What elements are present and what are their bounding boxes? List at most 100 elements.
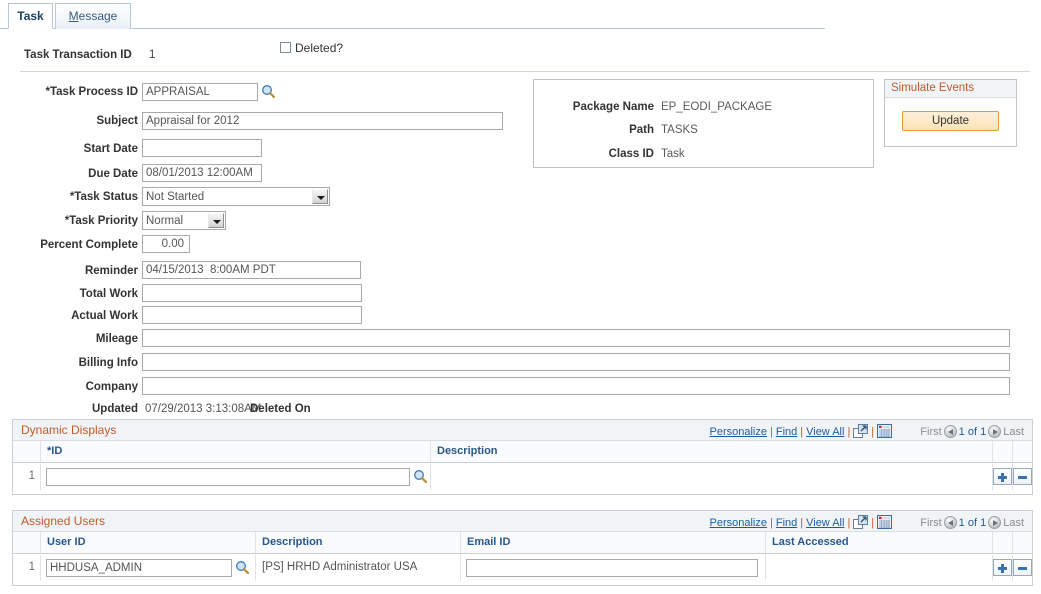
first-label[interactable]: First: [920, 517, 941, 529]
cell-description: [431, 464, 993, 490]
dynamic-displays-column-headers: *ID Description: [13, 441, 1032, 463]
page-counter: 1 of 1: [959, 426, 987, 438]
chevron-down-icon: [312, 189, 328, 204]
expand-window-icon[interactable]: [853, 515, 868, 532]
delete-row-button[interactable]: [1013, 559, 1032, 576]
header-divider: [20, 71, 1030, 72]
dynamic-displays-grid: Dynamic Displays Personalize|Find|View A…: [12, 419, 1033, 495]
percent-complete-input[interactable]: [142, 235, 190, 253]
cell-delete: [1013, 555, 1032, 581]
assigned-users-caption: Assigned Users: [21, 514, 105, 528]
deleted-checkbox[interactable]: [280, 42, 291, 53]
class-id-label: Class ID: [544, 148, 654, 160]
rownum-header: [13, 532, 41, 553]
billing-info-input[interactable]: [142, 353, 1010, 371]
view-all-link[interactable]: View All: [806, 517, 844, 529]
tab-strip: Task Message: [0, 0, 825, 29]
expand-window-icon[interactable]: [853, 424, 868, 441]
dynamic-display-id-lookup-icon[interactable]: [413, 469, 428, 484]
column-header-description: Description: [256, 532, 461, 553]
updated-label: Updated: [3, 403, 138, 415]
add-row-button[interactable]: [993, 559, 1012, 576]
start-date-input[interactable]: [142, 139, 262, 157]
user-id-lookup-icon[interactable]: [235, 560, 250, 575]
personalize-link[interactable]: Personalize: [710, 426, 767, 438]
rownum-header: [13, 441, 41, 462]
cell-user-id: [41, 555, 256, 581]
column-header-add: [993, 532, 1013, 553]
column-header-id: *ID: [41, 441, 431, 462]
email-id-input[interactable]: [466, 559, 758, 577]
last-label[interactable]: Last: [1003, 426, 1024, 438]
dynamic-display-id-input[interactable]: [46, 468, 410, 486]
assigned-users-grid: Assigned Users Personalize|Find|View All…: [12, 510, 1033, 586]
column-header-email-id: Email ID: [461, 532, 766, 553]
cell-add: [993, 555, 1013, 581]
assigned-users-column-headers: User ID Description Email ID Last Access…: [13, 532, 1032, 554]
next-page-icon[interactable]: [988, 516, 1001, 529]
task-transaction-id-value: 1: [149, 49, 155, 61]
path-label: Path: [544, 124, 654, 136]
previous-page-icon[interactable]: [944, 425, 957, 438]
column-header-delete: [1013, 441, 1032, 462]
due-date-input[interactable]: [142, 164, 262, 182]
billing-info-label: Billing Info: [3, 357, 138, 369]
reminder-input[interactable]: [142, 261, 361, 279]
company-input[interactable]: [142, 377, 1010, 395]
last-label[interactable]: Last: [1003, 517, 1024, 529]
download-spreadsheet-icon[interactable]: [877, 424, 892, 441]
personalize-link[interactable]: Personalize: [710, 517, 767, 529]
task-process-id-input[interactable]: [142, 83, 258, 101]
find-link[interactable]: Find: [776, 426, 797, 438]
view-all-link[interactable]: View All: [806, 426, 844, 438]
mileage-input[interactable]: [142, 329, 1010, 347]
cell-delete: [1013, 464, 1032, 490]
updated-value: 07/29/2013 3:13:08AM: [145, 403, 261, 415]
deleted-on-label: Deleted On: [250, 403, 430, 415]
mileage-label: Mileage: [3, 333, 138, 345]
simulate-events-title: Simulate Events: [885, 80, 1016, 98]
actual-work-input[interactable]: [142, 306, 362, 324]
first-label[interactable]: First: [920, 426, 941, 438]
column-header-description: Description: [431, 441, 993, 462]
task-transaction-id-label: Task Transaction ID: [24, 49, 132, 61]
tab-message-accesskey: M: [69, 9, 79, 23]
page-root: Task Message Task Transaction ID 1 Delet…: [0, 0, 1041, 594]
user-id-input[interactable]: [46, 559, 232, 577]
assigned-users-toolbar: Personalize|Find|View All|| First1 of 1L…: [710, 515, 1025, 532]
column-header-last-accessed: Last Accessed: [766, 532, 993, 553]
simulate-events-box: Simulate Events Update: [884, 79, 1017, 147]
task-status-value: Not Started: [146, 191, 204, 203]
reminder-label: Reminder: [3, 265, 138, 277]
table-row: 1 [PS] HRHD Administrator USA: [13, 555, 1032, 582]
table-row: 1: [13, 464, 1032, 491]
previous-page-icon[interactable]: [944, 516, 957, 529]
task-priority-value: Normal: [146, 215, 183, 227]
cell-description: [PS] HRHD Administrator USA: [256, 555, 461, 581]
tab-task[interactable]: Task: [8, 3, 53, 29]
cell-id: [41, 464, 431, 490]
task-status-select[interactable]: Not Started: [142, 187, 330, 206]
task-priority-select[interactable]: Normal: [142, 211, 226, 230]
next-page-icon[interactable]: [988, 425, 1001, 438]
delete-row-button[interactable]: [1013, 468, 1032, 485]
update-button[interactable]: Update: [902, 111, 999, 131]
subject-label: Subject: [3, 115, 138, 127]
tab-message[interactable]: Message: [55, 3, 131, 29]
cell-add: [993, 464, 1013, 490]
row-number: 1: [13, 555, 41, 581]
path-value: TASKS: [661, 124, 698, 136]
find-link[interactable]: Find: [776, 517, 797, 529]
start-date-label: Start Date: [3, 143, 138, 155]
task-priority-label: *Task Priority: [3, 215, 138, 227]
add-row-button[interactable]: [993, 468, 1012, 485]
assigned-users-header: Assigned Users Personalize|Find|View All…: [13, 511, 1032, 532]
download-spreadsheet-icon[interactable]: [877, 515, 892, 532]
column-header-user-id: User ID: [41, 532, 256, 553]
cell-email-id: [461, 555, 766, 581]
chevron-down-icon: [208, 213, 224, 228]
total-work-input[interactable]: [142, 284, 362, 302]
task-process-id-lookup-icon[interactable]: [261, 84, 276, 99]
column-header-delete: [1013, 532, 1032, 553]
subject-input[interactable]: [142, 112, 503, 130]
